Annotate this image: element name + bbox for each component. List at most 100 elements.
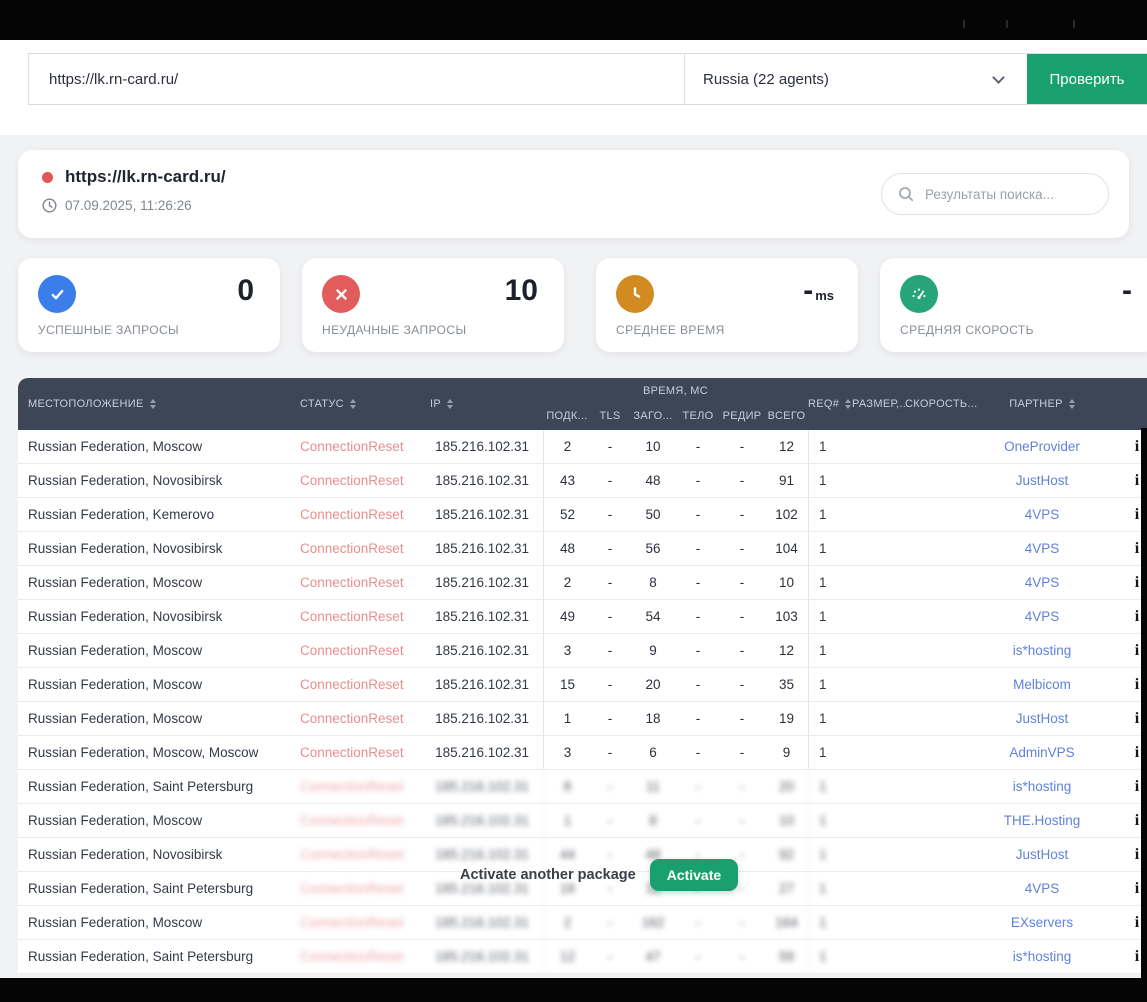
- clock-filled-icon: [616, 275, 654, 313]
- results-search-input[interactable]: [923, 186, 1083, 203]
- time-cell: -: [591, 464, 629, 497]
- partner-link[interactable]: 4VPS: [967, 566, 1117, 599]
- status-cell: ConnectionReset: [300, 498, 430, 531]
- region-select[interactable]: Russia (22 agents): [684, 54, 1027, 104]
- time-cell: 9: [765, 736, 808, 769]
- status-cell: ConnectionReset: [300, 566, 430, 599]
- speed-cell: [905, 566, 967, 599]
- speed-cell: [905, 498, 967, 531]
- time-cell: 10: [765, 804, 808, 837]
- size-cell: [852, 430, 905, 463]
- stat-label: УСПЕШНЫЕ ЗАПРОСЫ: [38, 323, 179, 337]
- partner-link[interactable]: Melbicom: [967, 668, 1117, 701]
- speed-cell: [905, 600, 967, 633]
- time-cell: 2: [543, 566, 591, 599]
- ip-cell: 185.216.102.31: [430, 532, 543, 565]
- partner-link[interactable]: JustHost: [967, 702, 1117, 735]
- partner-link[interactable]: 4VPS: [967, 498, 1117, 531]
- screen-crop-edge: [1141, 428, 1147, 978]
- col-header-total[interactable]: ВСЕГО: [765, 410, 808, 422]
- partner-link[interactable]: is*hosting: [967, 940, 1117, 973]
- partner-link[interactable]: is*hosting: [967, 770, 1117, 803]
- partner-link[interactable]: is*hosting: [967, 634, 1117, 667]
- size-cell: [852, 532, 905, 565]
- time-cell: 35: [765, 668, 808, 701]
- time-cell: -: [719, 940, 765, 973]
- col-header-size[interactable]: РАЗМЕР,...: [852, 378, 905, 430]
- stat-card-avg-time: -ms СРЕДНЕЕ ВРЕМЯ: [596, 258, 858, 352]
- ip-cell: 185.216.102.31: [430, 430, 543, 463]
- table-body: Russian Federation, Moscow ConnectionRese…: [18, 430, 1147, 974]
- col-group-time: ВРЕМЯ, МС ПОДК... TLS ЗАГО... ТЕЛО РЕДИР…: [543, 378, 808, 430]
- time-cell: 48: [629, 464, 677, 497]
- partner-link[interactable]: 4VPS: [967, 872, 1117, 905]
- decorative-tick: [963, 20, 965, 28]
- time-cell: 59: [765, 940, 808, 973]
- col-header-partner[interactable]: ПАРТНЕР: [967, 378, 1117, 430]
- sort-icon: [350, 399, 356, 409]
- col-header-redirect[interactable]: РЕДИР: [719, 410, 765, 422]
- table-row: Russian Federation, Moscow, MoscowConnec…: [18, 736, 1147, 770]
- partner-link[interactable]: EXservers: [967, 906, 1117, 939]
- table-row: Russian Federation, Saint PetersburgConn…: [18, 770, 1147, 804]
- time-cell: -: [677, 906, 719, 939]
- partner-link[interactable]: THE.Hosting: [967, 804, 1117, 837]
- table-row: Russian Federation, MoscowConnectionRese…: [18, 668, 1147, 702]
- col-header-connect[interactable]: ПОДК...: [543, 410, 591, 422]
- col-header-status[interactable]: СТАТУС: [300, 378, 430, 430]
- result-header-card: https://lk.rn-card.ru/ 07.09.2025, 11:26…: [18, 150, 1129, 238]
- col-header-req[interactable]: REQ#: [808, 378, 852, 430]
- partner-link[interactable]: OneProvider: [967, 430, 1117, 463]
- col-header-location[interactable]: МЕСТОПОЛОЖЕНИЕ: [18, 378, 300, 430]
- time-cell: 20: [765, 770, 808, 803]
- size-cell: [852, 600, 905, 633]
- speed-cell: [905, 940, 967, 973]
- time-cell: -: [677, 532, 719, 565]
- results-search[interactable]: [881, 173, 1109, 215]
- col-header-download[interactable]: ЗАГО...: [629, 410, 677, 422]
- time-cell: 8: [629, 566, 677, 599]
- partner-link[interactable]: 4VPS: [967, 600, 1117, 633]
- check-button[interactable]: Проверить: [1027, 54, 1147, 104]
- speed-cell: [905, 702, 967, 735]
- partner-link[interactable]: 4VPS: [967, 532, 1117, 565]
- ip-cell: 185.216.102.31: [430, 634, 543, 667]
- size-cell: [852, 498, 905, 531]
- status-cell: ConnectionReset: [300, 702, 430, 735]
- table-row: Russian Federation, MoscowConnectionRese…: [18, 566, 1147, 600]
- req-cell: 1: [808, 634, 852, 667]
- window-bottom-bar: [0, 978, 1147, 1002]
- table-header: МЕСТОПОЛОЖЕНИЕ СТАТУС IP ВРЕМЯ, МС ПОДК.…: [18, 378, 1147, 430]
- col-header-speed[interactable]: СКОРОСТЬ...: [905, 378, 967, 430]
- partner-link[interactable]: JustHost: [967, 464, 1117, 497]
- time-cell: 43: [543, 464, 591, 497]
- location-cell: Russian Federation, Novosibirsk: [18, 464, 300, 497]
- sort-icon: [1069, 399, 1075, 409]
- req-cell: 1: [808, 600, 852, 633]
- table-row: Russian Federation, MoscowConnectionRese…: [18, 804, 1147, 838]
- table-row: Russian Federation, NovosibirskConnectio…: [18, 464, 1147, 498]
- activate-button[interactable]: Activate: [650, 859, 738, 891]
- size-cell: [852, 702, 905, 735]
- time-cell: 2: [543, 906, 591, 939]
- chevron-down-icon: [992, 71, 1005, 84]
- size-cell: [852, 838, 905, 871]
- time-cell: -: [591, 702, 629, 735]
- col-header-tls[interactable]: TLS: [591, 410, 629, 422]
- check-timestamp: 07.09.2025, 11:26:26: [65, 198, 192, 213]
- url-input[interactable]: [29, 54, 684, 104]
- req-cell: 1: [808, 736, 852, 769]
- location-cell: Russian Federation, Novosibirsk: [18, 838, 300, 871]
- ip-cell: 185.216.102.31: [430, 498, 543, 531]
- time-cell: -: [719, 498, 765, 531]
- time-cell: 162: [629, 906, 677, 939]
- partner-link[interactable]: JustHost: [967, 838, 1117, 871]
- ip-cell: 185.216.102.31: [430, 702, 543, 735]
- col-header-ip[interactable]: IP: [430, 378, 543, 430]
- col-header-body[interactable]: ТЕЛО: [677, 410, 719, 422]
- time-cell: -: [677, 804, 719, 837]
- partner-link[interactable]: AdminVPS: [967, 736, 1117, 769]
- time-cell: -: [677, 430, 719, 463]
- ip-cell: 185.216.102.31: [430, 770, 543, 803]
- location-cell: Russian Federation, Moscow: [18, 804, 300, 837]
